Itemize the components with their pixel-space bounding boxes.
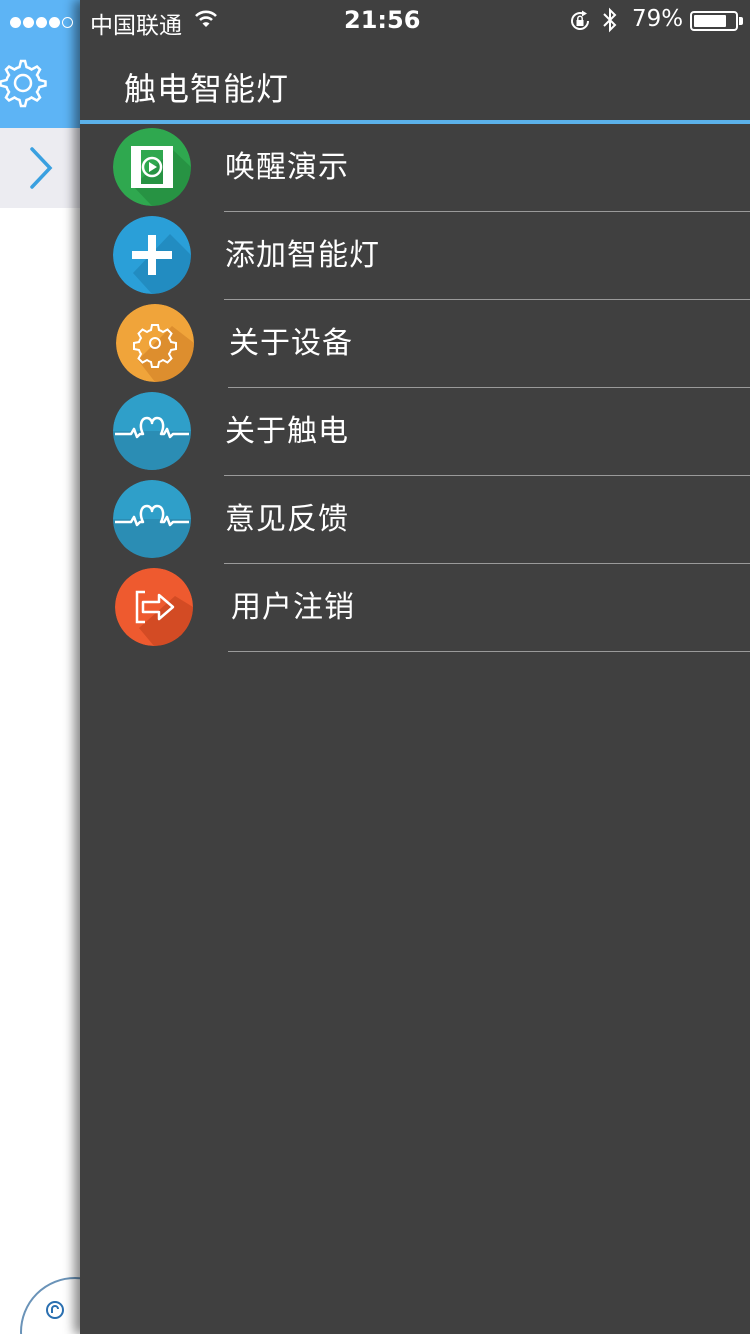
menu-item-logout[interactable]: 用户注销: [80, 564, 750, 652]
menu-item-about-device[interactable]: 关于设备: [80, 300, 750, 388]
menu-item-feedback[interactable]: 意见反馈: [80, 476, 750, 564]
battery-cap: [739, 17, 743, 25]
add-plus-icon: [113, 216, 191, 294]
menu-item-label: 用户注销: [231, 590, 355, 625]
rotation-lock-icon: [571, 10, 589, 30]
menu-item-wake-demo[interactable]: 唤醒演示: [80, 124, 750, 212]
wifi-icon: [195, 10, 217, 27]
heartbeat-icon: [113, 392, 191, 470]
menu-item-label: 添加智能灯: [225, 238, 380, 273]
battery-level: [694, 15, 726, 27]
bluetooth-icon: [603, 7, 617, 33]
status-bar: 中国联通 21:56 79%: [0, 0, 750, 40]
signal-strength-icon: [10, 13, 75, 32]
chevron-right-icon[interactable]: [26, 143, 56, 193]
gear-icon: [116, 304, 194, 382]
divider: [228, 651, 750, 652]
video-play-icon: [113, 128, 191, 206]
menu-item-label: 唤醒演示: [225, 150, 349, 185]
menu-item-label: 意见反馈: [225, 502, 349, 537]
logout-icon: [115, 568, 193, 646]
menu-item-about-chudian[interactable]: 关于触电: [80, 388, 750, 476]
menu-item-label: 关于设备: [229, 326, 353, 361]
refresh-icon: [46, 1301, 64, 1319]
drawer-title: 触电智能灯: [124, 70, 290, 108]
gear-icon[interactable]: [0, 56, 50, 110]
status-time: 21:56: [344, 6, 421, 34]
carrier-name: 中国联通: [90, 13, 182, 39]
menu-item-label: 关于触电: [225, 414, 349, 449]
background-app-strip: [0, 0, 130, 1334]
battery-icon: [690, 11, 738, 31]
battery-percent: 79%: [632, 6, 684, 32]
menu-item-add-light[interactable]: 添加智能灯: [80, 212, 750, 300]
heartbeat-icon: [113, 480, 191, 558]
